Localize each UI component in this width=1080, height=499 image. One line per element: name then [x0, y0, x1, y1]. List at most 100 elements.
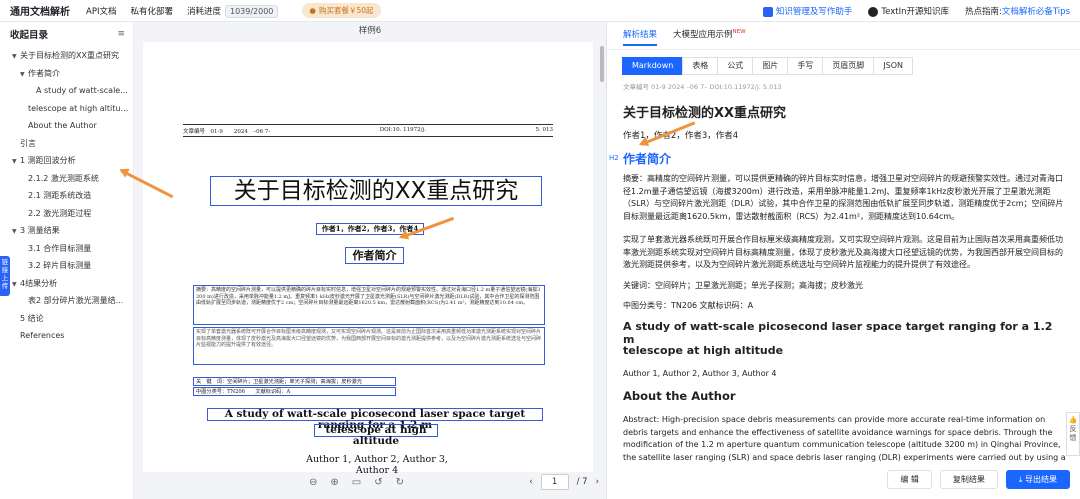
doc-classification-block[interactable]: 中图分类号：TN206 文献标识码：A [193, 387, 396, 396]
caret-down-icon[interactable]: ▼ [12, 48, 20, 65]
toc-item[interactable]: ▼ 3 测量结果 [0, 222, 133, 240]
oss-link[interactable]: TextIn开源知识库 [868, 5, 949, 17]
page-input[interactable]: 1 [540, 474, 569, 490]
toc-sidebar: 收起目录 ≡ ▼ 关于目标检测的XX重点研究 ▼ 作者简介 A study of wat… [0, 22, 134, 499]
result-tabs: 解析结果 大模型应用示例NEW [623, 28, 746, 46]
format-tab[interactable]: Markdown [622, 57, 684, 75]
header-rule-top [183, 124, 553, 125]
result-en-title-1: A study of watt-scale picosecond laser s… [623, 320, 1053, 346]
toc-item-label: 4结果分析 [20, 278, 58, 288]
page-total: / 7 [576, 477, 588, 487]
next-page-icon[interactable]: › [596, 477, 599, 487]
toc-item[interactable]: 3.2 碎片目标测量 [0, 257, 133, 275]
kb-link[interactable]: 知识管理及写作助手 [762, 5, 852, 17]
feedback-button[interactable]: 👍 反馈 [1066, 412, 1080, 456]
result-panel: 解析结果 大模型应用示例NEW Markdown 表格 公式 图片 手写 页眉页脚 JSON… [607, 22, 1080, 499]
result-paragraph-2: 实现了单套激光器系统既可开展合作目标厘米级高精度观测，又可实现空间碎片观测。这是… [623, 235, 1063, 269]
gift-icon: ● [309, 6, 316, 15]
rotate-right-icon[interactable]: ↻ [396, 477, 404, 488]
promo-button[interactable]: ● 购买套餐￥50起 [302, 3, 381, 18]
format-tab[interactable]: 页眉页脚 [822, 57, 875, 75]
format-tab[interactable]: 表格 [682, 57, 719, 75]
toc-item-label: 2.2 激光测距过程 [28, 208, 92, 218]
format-tab[interactable]: JSON [873, 57, 914, 75]
doc-keywords-block[interactable]: 关 键 词：空间碎片；卫星激光测距；单光子探测；高海拔；皮秒激光 [193, 377, 396, 386]
doc-section-block[interactable]: 作者简介 [345, 247, 404, 264]
result-abstract-en: Abstract: High-precision space debris me… [623, 415, 1066, 462]
toc-item-label: 作者简介 [28, 68, 60, 78]
doc-abstract-block[interactable]: 摘要：高精度的空间碎片测量，可以提供更精确的碎片目标实时信息，增强卫星对空间碎片… [193, 285, 545, 325]
toc-item-label: 3.1 合作目标测量 [28, 243, 92, 253]
nav-api-docs[interactable]: API文档 [86, 5, 116, 17]
viewer-scrollbar[interactable] [600, 46, 604, 82]
toc-item[interactable]: 表2 部分碎片激光测量结... [0, 292, 133, 310]
top-bar: 通用文档解析 API文档 私有化部署 消耗进度 1039/2000 ● 购买套餐￥5… [0, 0, 1080, 22]
format-tab[interactable]: 公式 [717, 57, 754, 75]
doc-en-title-2[interactable]: telescope at high altitude [314, 424, 438, 447]
caret-down-icon[interactable]: ▼ [12, 276, 20, 293]
nav-private-deploy[interactable]: 私有化部署 [130, 5, 173, 17]
toc-item-label: A study of watt-scale... [36, 86, 128, 95]
toc-item[interactable]: ▼ 4结果分析 [0, 275, 133, 293]
toc-item[interactable]: 2.1 测距系统改造 [0, 187, 133, 205]
toc-item-label: References [20, 331, 65, 340]
fit-page-icon[interactable]: ▭ [352, 477, 361, 488]
zoom-out-icon[interactable]: ⊖ [309, 477, 317, 488]
toc-item-label: 关于目标检测的XX重点研究 [20, 51, 119, 60]
usage-label: 消耗进度 1039/2000 [187, 4, 279, 18]
toc-item[interactable]: 引言 [0, 135, 133, 153]
toc-item[interactable]: 5 结论 [0, 310, 133, 328]
kb-icon [762, 6, 773, 17]
tab-llm-examples[interactable]: 大模型应用示例NEW [673, 28, 746, 46]
viewer-title: 样例6 [358, 26, 382, 36]
hot-guide[interactable]: 热点指南:文档解析必备Tips [965, 5, 1070, 17]
toc-item[interactable]: telescope at high altitude [0, 100, 133, 118]
result-h1: 关于目标检测的XX重点研究 [623, 106, 787, 121]
page-header: 文章编号 01-9 2024 –06 7- DOI:10. 11972/j. 5. … [183, 127, 553, 135]
toc-item[interactable]: 2.2 激光测距过程 [0, 205, 133, 223]
toc-item-label: 表2 部分碎片激光测量结... [28, 296, 124, 305]
toc-title: 收起目录 [10, 30, 49, 41]
doc-en-authors: Author 1, Author 2, Author 3, Author 4 [306, 454, 448, 476]
pager: ‹ 1 / 7 › [529, 474, 599, 490]
toc-list: ▼ 关于目标检测的XX重点研究 ▼ 作者简介 A study of watt-scale… [0, 45, 133, 345]
doc-title-block[interactable]: 关于目标检测的XX重点研究 [210, 176, 542, 206]
toc-header: 收起目录 ≡ [0, 22, 133, 45]
toc-item[interactable]: 2.1.2 激光测距系统 [0, 170, 133, 188]
toc-item[interactable]: ▼ 1 测距回波分析 [0, 152, 133, 170]
caret-down-icon[interactable]: ▼ [12, 223, 20, 240]
tab-parse-result[interactable]: 解析结果 [623, 28, 658, 46]
toc-item[interactable]: ▼ 作者简介 [0, 65, 133, 83]
toc-item[interactable]: About the Author [0, 117, 133, 135]
toc-item-label: 1 测距回波分析 [20, 156, 76, 165]
toc-item-label: 2.1.2 激光测距系统 [28, 173, 99, 183]
doc-en-title-1[interactable]: A study of watt-scale picosecond laser s… [207, 408, 543, 431]
new-badge: NEW [732, 29, 746, 36]
collapse-toc-icon[interactable]: ≡ [117, 29, 125, 39]
toc-item[interactable]: References [0, 327, 133, 345]
zoom-in-icon[interactable]: ⊕ [330, 477, 338, 488]
viewer-toolbar: ⊖ ⊕ ▭ ↺ ↻ ‹ 1 / 7 › [134, 473, 607, 491]
caret-down-icon[interactable]: ▼ [20, 66, 28, 83]
document-page: 文章编号 01-9 2024 –06 7- DOI:10. 11972/j. 5. … [143, 42, 593, 476]
toc-item-label: 2.1 测距系统改造 [28, 191, 92, 200]
toc-item[interactable]: ▼ 关于目标检测的XX重点研究 [0, 47, 133, 65]
format-tab[interactable]: 手写 [787, 57, 824, 75]
export-result-button[interactable]: ⤓ 导出结果 [1005, 470, 1070, 489]
toc-item[interactable]: 3.1 合作目标测量 [0, 240, 133, 258]
result-meta: 文章编号 01-9 2024 –06 7– DOI:10.11972/j. 5.… [623, 83, 782, 91]
tab-divider [607, 49, 1080, 50]
header-rule-bottom [183, 136, 553, 137]
prev-page-icon[interactable]: ‹ [529, 477, 532, 487]
usage-badge: 1039/2000 [224, 4, 279, 18]
link-upload-tab[interactable]: 链接上传 [0, 256, 10, 296]
doc-abstract-block-2[interactable]: 实现了单套激光器系统既可开展合作目标厘米级高精度观测，又可实现空间碎片观测。这是… [193, 327, 545, 365]
caret-down-icon[interactable]: ▼ [12, 153, 20, 170]
github-icon [868, 6, 879, 17]
format-tab[interactable]: 图片 [752, 57, 789, 75]
rotate-left-icon[interactable]: ↺ [374, 477, 382, 488]
edit-button[interactable]: 编 辑 [887, 470, 932, 489]
copy-result-button[interactable]: 复制结果 [939, 470, 998, 489]
toc-item[interactable]: A study of watt-scale... [0, 82, 133, 100]
result-en-title-2: telescope at high altitude [623, 344, 784, 357]
